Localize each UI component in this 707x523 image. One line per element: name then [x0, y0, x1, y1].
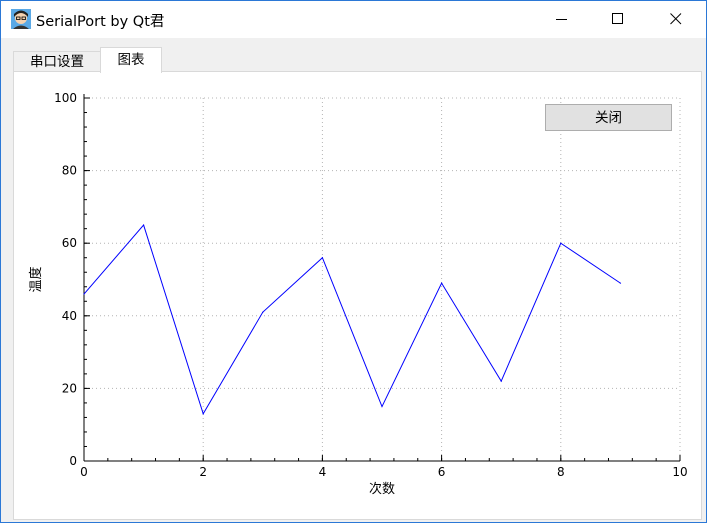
maximize-button[interactable]	[595, 1, 641, 37]
data-point	[500, 380, 502, 382]
close-window-button[interactable]	[653, 1, 699, 37]
x-tick-label: 0	[80, 465, 88, 479]
close-icon	[670, 13, 682, 25]
chart-panel: 0 2 4 6 8 10 0 20 40 60 80 100 次数 温度 关闭	[13, 71, 702, 520]
data-point	[83, 293, 85, 295]
close-chart-button[interactable]: 关闭	[545, 104, 672, 131]
data-point	[441, 282, 443, 284]
y-tick-label: 80	[62, 164, 77, 178]
maximize-icon	[612, 13, 623, 24]
x-axis-title: 次数	[369, 481, 395, 497]
y-tick-label: 60	[62, 236, 77, 250]
data-point	[321, 257, 323, 259]
data-point	[381, 405, 383, 408]
x-tick-label: 6	[438, 465, 446, 479]
y-axis-title: 温度	[28, 266, 44, 292]
x-tick-label: 4	[319, 465, 327, 479]
tab-chart[interactable]: 图表	[100, 47, 162, 73]
x-tick-label: 8	[557, 465, 565, 479]
y-tick-label: 100	[54, 91, 77, 105]
data-point	[202, 413, 204, 415]
y-tick-label: 20	[62, 381, 77, 395]
y-tick-label: 40	[62, 309, 77, 323]
data-point	[262, 311, 264, 313]
data-point	[143, 224, 145, 226]
app-avatar-icon	[11, 9, 31, 29]
data-point	[619, 282, 622, 284]
y-tick-label: 0	[69, 454, 77, 468]
title-bar[interactable]: SerialPort by Qt君	[1, 1, 706, 38]
x-tick-label: 2	[199, 465, 207, 479]
x-tick-label: 10	[672, 465, 687, 479]
temperature-series-line	[83, 224, 621, 416]
minimize-button[interactable]	[539, 1, 585, 37]
data-point	[560, 242, 562, 244]
tab-serial-settings[interactable]: 串口设置	[13, 51, 101, 72]
temperature-chart: 0 2 4 6 8 10020406080100次数温度	[28, 91, 688, 497]
main-window: SerialPort by Qt君 串口设置 图表 0 2 4 6 8 10 0 20 40 60…	[0, 0, 707, 523]
window-title: SerialPort by Qt君	[36, 14, 165, 30]
minimize-icon	[556, 19, 567, 20]
